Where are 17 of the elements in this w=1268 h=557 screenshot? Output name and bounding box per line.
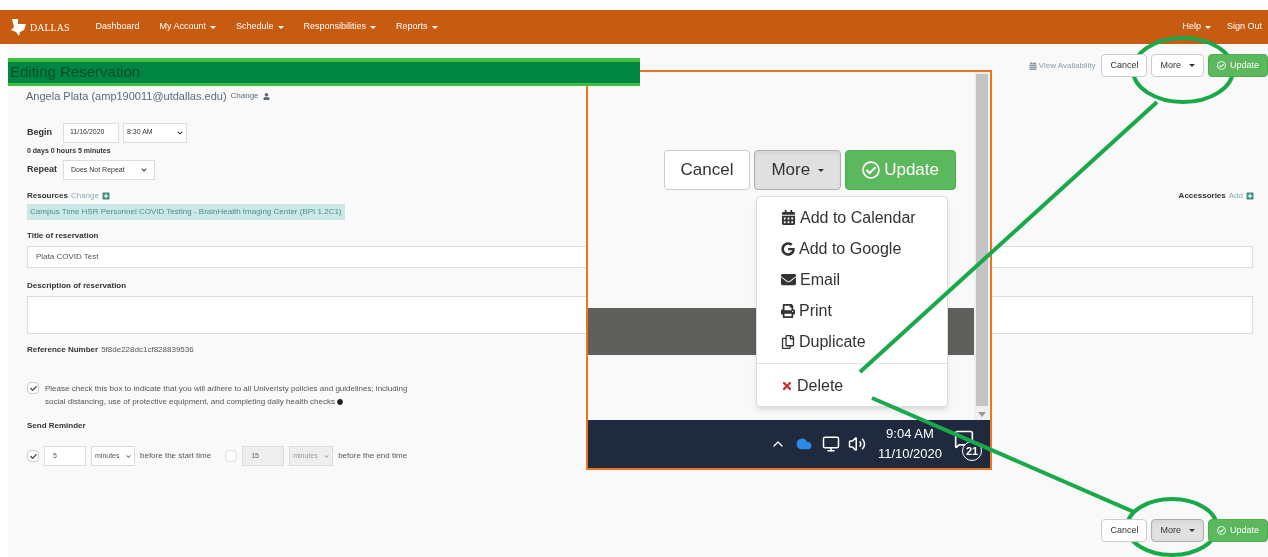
clock-time: 9:04 AM <box>886 425 934 443</box>
field-label: Begin <box>27 125 53 139</box>
clock-date: 11/10/2020 <box>877 445 942 463</box>
field-label: Repeat <box>27 163 58 177</box>
reminder-text: before the end time <box>338 450 408 462</box>
reminder-text: before the start time <box>140 450 212 462</box>
reference-number: 5f8de228dc1cf828839536 <box>101 344 194 356</box>
owner-name: Angela Plata (amp190011@utdallas.edu) <box>26 89 227 104</box>
field-label: Title of reservation <box>27 230 100 242</box>
policy-text: Please check this box to indicate that you will adhere to all Univeristy policies and guidelines; including social distancing, use of protective equipment, and completing daily health checks <box>45 383 409 408</box>
field-label: Reference Number <box>27 344 99 356</box>
field-label: Resources <box>27 190 68 202</box>
resource-tag: Campus Time HSR Personnel COVID Testing - BrainHealth Imaging Center (BPI 1.2C1) <box>27 204 345 220</box>
field-label: Description of reservation <box>27 280 128 292</box>
field-label: Accessories <box>1178 190 1226 202</box>
page-header: Editing Reservation <box>8 58 640 86</box>
field-label: Send Reminder <box>27 420 87 432</box>
